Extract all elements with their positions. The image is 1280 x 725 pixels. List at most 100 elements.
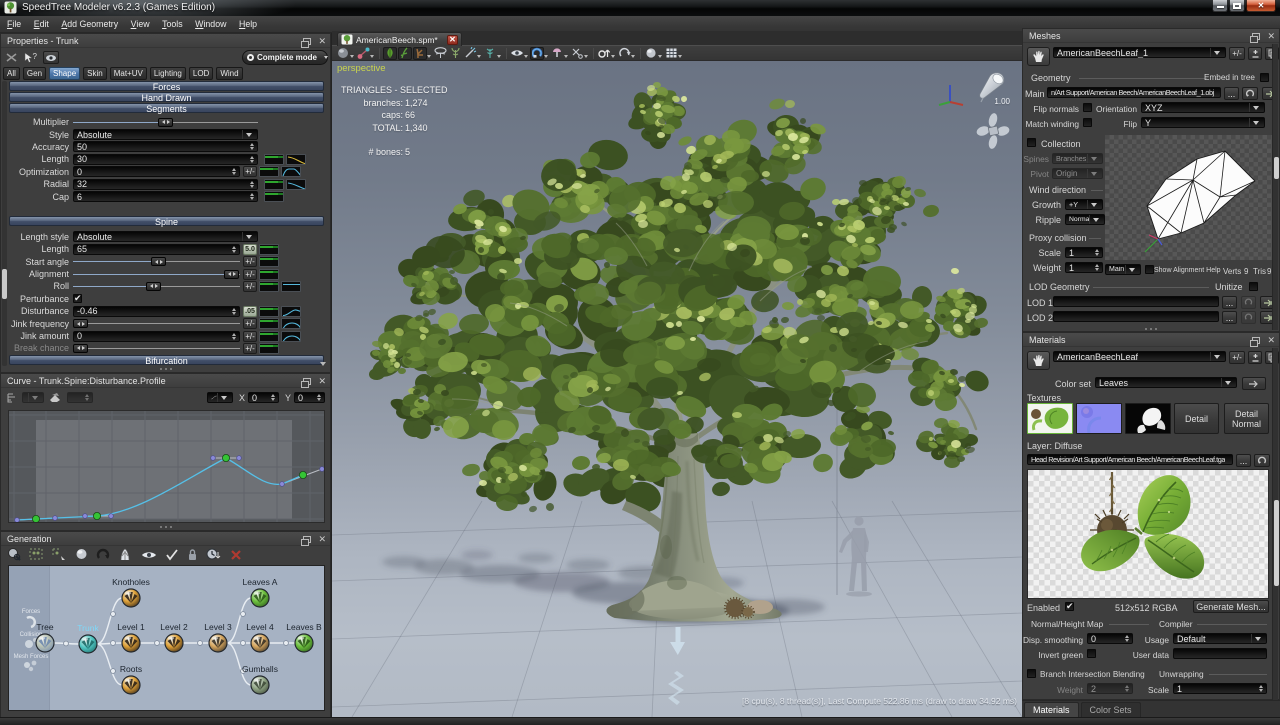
blend-weight-field[interactable]: 2 [1087,683,1133,694]
curve-tree-icon[interactable] [6,392,19,404]
section-hand-drawn[interactable]: Hand Drawn [9,92,324,102]
toolbar-caret-icon[interactable] [611,55,615,58]
disturbance-variance-widget[interactable] [259,306,279,317]
menu-add-geometry[interactable]: Add Geometry [56,16,123,32]
menu-file[interactable]: File [2,16,26,32]
gen-node-trunk[interactable] [78,634,97,653]
curve-stamp-icon[interactable] [48,392,62,404]
collection-checkbox[interactable] [1027,138,1036,147]
toolbar-caret-icon[interactable] [678,55,682,58]
variance-badge[interactable]: 5.0 [243,244,257,255]
mesh-selector-dropdown[interactable]: AmericanBeechLeaf_1 [1053,47,1226,58]
disturbance-curve-widget[interactable] [281,306,301,317]
close-panel-icon[interactable]: ✕ [1267,32,1275,41]
jink-frequency-curve-widget[interactable] [281,318,301,329]
browse-lod1-button[interactable]: ... [1222,296,1237,309]
unitize-checkbox[interactable] [1249,282,1258,291]
toolbar-caret-icon[interactable] [427,55,431,58]
plus-minus-stack-button[interactable] [1248,351,1262,364]
start-angle-variance-widget[interactable] [259,256,279,267]
style-dropdown[interactable]: Absolute [73,129,258,140]
tool-mushroom-icon[interactable] [550,47,564,60]
toolbar-caret-icon[interactable] [564,55,568,58]
menu-help[interactable]: Help [234,16,262,32]
plus-minus-button[interactable]: +/- [243,318,257,329]
menu-window[interactable]: Window [190,16,231,32]
prop-tab-gen[interactable]: Gen [23,67,46,80]
toolbar-caret-icon[interactable] [497,55,501,58]
main-path-field[interactable]: n/Art Support/American Beech/AmericanBee… [1047,87,1221,98]
curve-mode-dropdown[interactable] [22,392,44,403]
roll-variance-widget[interactable] [259,281,279,292]
plus-minus-button[interactable]: +/- [243,343,257,354]
gen-node-level2[interactable] [164,633,183,652]
browse-lod2-button[interactable]: ... [1222,311,1237,324]
tool-plant-icon[interactable] [448,47,462,60]
texture-thumb-alpha[interactable] [1125,403,1171,434]
generation-graph[interactable]: ForcesCollisionMesh ForcesTreeTrunkKnoth… [9,566,324,710]
gen-node-knotholes[interactable] [121,588,140,607]
section-segments[interactable]: Segments [9,103,324,113]
gen-hand-tree-icon[interactable] [118,548,133,561]
texture-preview[interactable] [1027,469,1269,599]
tool-branch-brown-icon[interactable] [413,47,427,60]
texture-thumb-normal[interactable] [1076,403,1122,434]
gen-node-leavesA[interactable] [250,588,269,607]
gen-clock-icon[interactable] [206,548,222,561]
lod2-field[interactable] [1053,311,1219,322]
tool-tree-umbrella-icon[interactable] [433,47,447,60]
accuracy-field[interactable]: 50 [73,141,258,152]
texture-path-field[interactable]: Head Revision/Art Support/American Beech… [1027,454,1233,465]
gen-node-level3[interactable] [208,633,227,652]
toolbar-caret-icon[interactable] [631,55,635,58]
start-angle-slider[interactable] [73,256,240,267]
texture-thumb-diffuse[interactable] [1027,403,1073,434]
jink-amount-curve-widget[interactable] [281,331,301,342]
flip-dropdown[interactable]: Y [1141,117,1265,128]
mode-dropdown-arrow[interactable] [321,56,331,59]
optimization-curve-widget[interactable] [281,166,301,177]
complete-mode-button[interactable]: Complete mode [242,50,328,65]
radial-field[interactable]: 32 [73,179,258,190]
usage-dropdown[interactable]: Default [1173,633,1267,644]
multiplier-slider[interactable] [73,117,258,128]
spinner-arrows[interactable] [248,181,254,188]
maximize-button[interactable] [1229,0,1245,12]
radial-variance-widget[interactable] [264,179,284,190]
gen-delete-icon[interactable] [230,549,242,561]
gen-node-level1[interactable] [121,633,140,652]
break-chance-variance-widget[interactable] [259,343,279,354]
length-style-dropdown[interactable]: Absolute [73,231,258,242]
gen-select-all-icon[interactable] [29,548,44,561]
user-data-field[interactable] [1173,648,1267,659]
tab-close-button[interactable]: ✕ [447,35,458,45]
wind-widget-icon[interactable] [976,113,1010,149]
window-titlebar[interactable]: SpeedTree Modeler v6.2.3 (Games Edition)… [0,0,1280,16]
cap-field[interactable]: 6 [73,191,258,202]
close-panel-icon[interactable]: ✕ [318,535,326,544]
material-hand-button[interactable] [1027,351,1050,370]
spinner-arrows[interactable] [230,168,236,175]
reload-button[interactable] [1242,87,1258,100]
cap-variance-widget[interactable] [264,191,284,202]
gen-node-tree[interactable] [35,633,54,652]
slider-knob[interactable] [224,270,239,279]
minimize-button[interactable] [1212,0,1228,12]
gen-node-level4[interactable] [250,633,269,652]
add-remove-button[interactable]: +/- [1229,47,1245,60]
embed-in-tree-checkbox[interactable] [1260,73,1269,82]
spinner-arrows[interactable] [1093,264,1099,271]
spine-length-field[interactable]: 65 [73,244,240,255]
proxy-scale-field[interactable]: 1 [1065,247,1103,258]
mesh-hand-button[interactable] [1027,47,1050,66]
toolbar-caret-icon[interactable] [350,55,354,58]
spinner-arrows[interactable] [248,156,254,163]
float-panel-icon[interactable] [1252,33,1260,40]
length-field[interactable]: 30 [73,154,258,165]
add-remove-button[interactable]: +/- [1229,351,1245,364]
break-chance-slider[interactable] [73,343,240,354]
disturbance-field[interactable]: -0.46 [73,306,240,317]
prop-tab-shape[interactable]: Shape [49,67,80,80]
curve-type-button[interactable] [207,392,233,403]
translate-gizmo-arrows[interactable] [668,627,685,705]
